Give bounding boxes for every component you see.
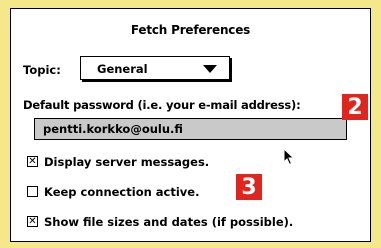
preferences-dialog: Fetch Preferences Topic: General Default… — [10, 8, 371, 242]
password-label: Default password (i.e. your e-mail addre… — [23, 98, 301, 112]
checkbox-checked-icon[interactable]: ✕ — [27, 216, 38, 227]
triangle-down-icon — [203, 65, 217, 73]
topic-popup-menu[interactable]: General — [80, 56, 230, 80]
checkbox-unchecked-icon[interactable] — [27, 186, 38, 197]
option-label: Display server messages. — [44, 155, 210, 169]
option-label: Keep connection active. — [44, 185, 200, 199]
topic-label: Topic: — [23, 63, 61, 77]
annotation-marker-2: 2 — [342, 94, 368, 120]
dialog-title: Fetch Preferences — [130, 23, 251, 37]
mouse-pointer-icon — [283, 148, 295, 166]
password-value: pentti.korkko@oulu.fi — [43, 122, 183, 136]
topic-value: General — [97, 62, 148, 76]
annotation-marker-3: 3 — [236, 174, 262, 200]
checkbox-checked-icon[interactable]: ✕ — [27, 156, 38, 167]
password-field[interactable]: pentti.korkko@oulu.fi — [34, 118, 347, 140]
option-label: Show file sizes and dates (if possible). — [44, 215, 294, 229]
